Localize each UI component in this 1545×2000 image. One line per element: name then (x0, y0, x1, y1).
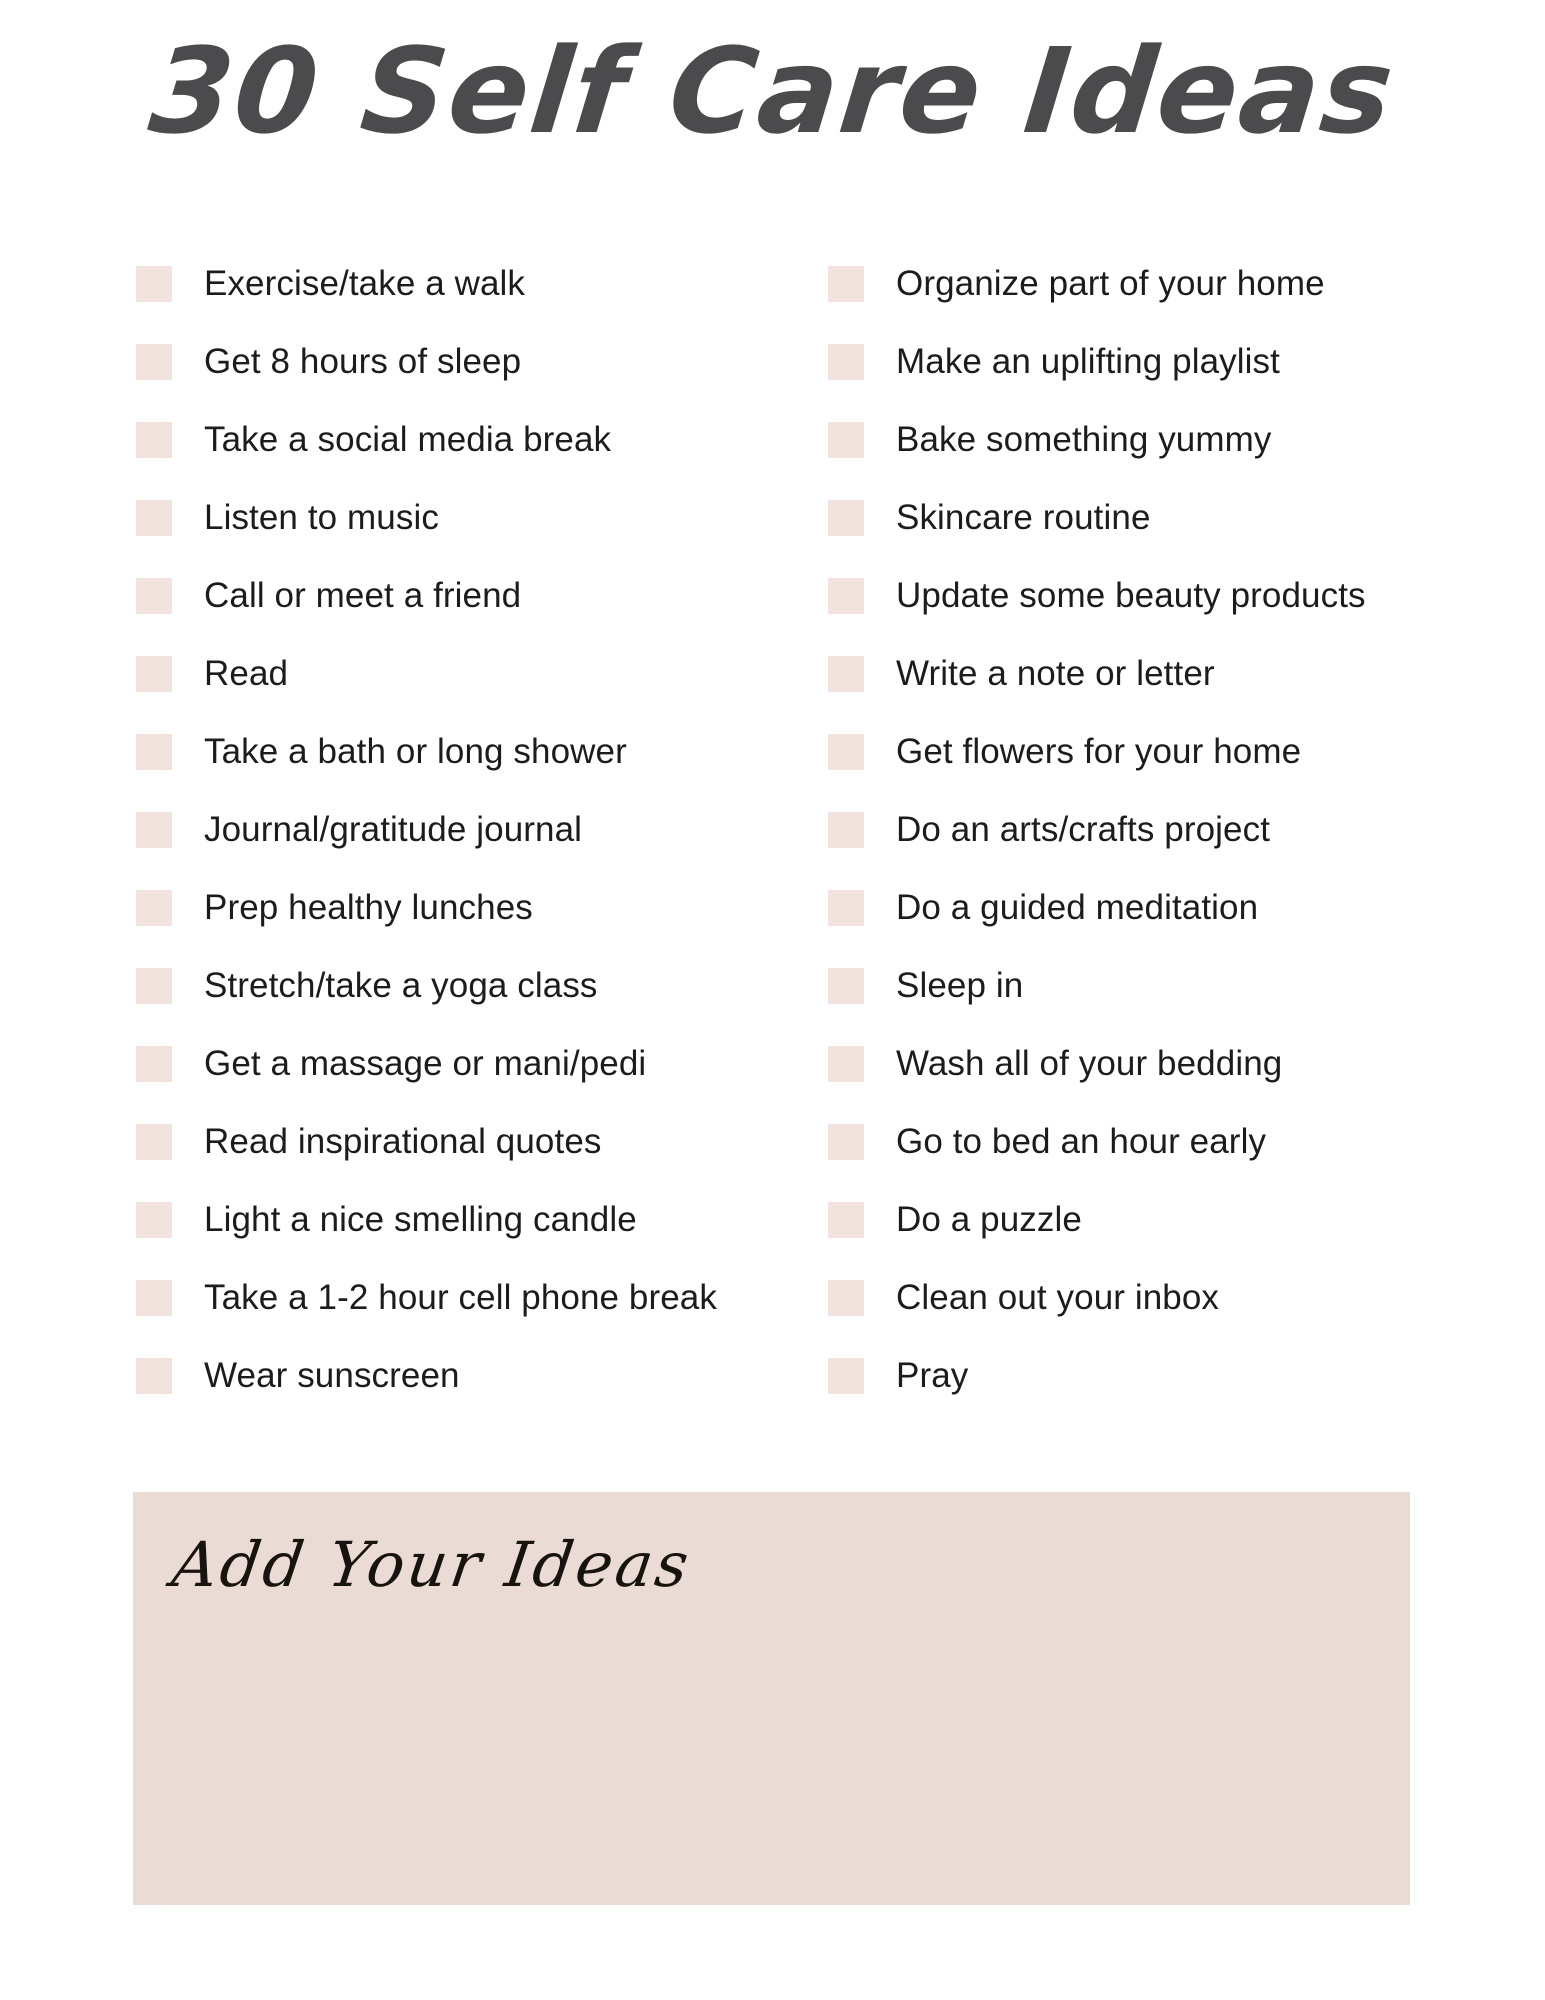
checklist-item-label: Make an uplifting playlist (896, 342, 1280, 381)
checkbox-icon[interactable] (828, 266, 864, 302)
checklist-item-label: Take a bath or long shower (204, 732, 627, 771)
checklist-item[interactable]: Write a note or letter (828, 635, 1545, 713)
checklist-item-label: Wash all of your bedding (896, 1044, 1283, 1083)
checklist-item[interactable]: Prep healthy lunches (136, 869, 700, 947)
checklist-item-label: Do an arts/crafts project (896, 810, 1271, 849)
checklist-item-label: Light a nice smelling candle (204, 1200, 637, 1239)
printable-checklist-page: 30 Self Care Ideas Exercise/take a walk G… (0, 0, 1545, 2000)
checklist-item-label: Read (204, 654, 289, 693)
add-your-ideas-writing-area[interactable] (133, 1642, 1410, 1905)
checklist-item-label: Listen to music (204, 498, 439, 537)
checklist-item[interactable]: Go to bed an hour early (828, 1103, 1545, 1181)
checklist-item[interactable]: Journal/gratitude journal (136, 791, 700, 869)
checklist-column-right: Organize part of your home Make an uplift… (700, 245, 1545, 1415)
checkbox-icon[interactable] (136, 968, 172, 1004)
checklist-item[interactable]: Get a massage or mani/pedi (136, 1025, 700, 1103)
checkbox-icon[interactable] (828, 812, 864, 848)
add-your-ideas-box: Add Your Ideas (133, 1492, 1410, 1905)
checklist-item-label: Pray (896, 1356, 969, 1395)
checklist-item[interactable]: Stretch/take a yoga class (136, 947, 700, 1025)
checklist-item-label: Take a 1-2 hour cell phone break (204, 1278, 717, 1317)
checklist-item-label: Take a social media break (204, 420, 612, 459)
checklist-column-left: Exercise/take a walk Get 8 hours of sleep… (0, 245, 717, 1415)
checkbox-icon[interactable] (828, 500, 864, 536)
checkbox-icon[interactable] (828, 656, 864, 692)
checkbox-icon[interactable] (136, 1202, 172, 1238)
checklist-item[interactable]: Take a bath or long shower (136, 713, 700, 791)
checkbox-icon[interactable] (136, 1046, 172, 1082)
checkbox-icon[interactable] (828, 1202, 864, 1238)
checklist-item-label: Clean out your inbox (896, 1278, 1220, 1317)
checklist-item[interactable]: Call or meet a friend (136, 557, 700, 635)
checkbox-icon[interactable] (828, 968, 864, 1004)
checklist-item-label: Wear sunscreen (204, 1356, 460, 1395)
page-title: 30 Self Care Ideas (143, 22, 1402, 160)
checklist-item[interactable]: Read inspirational quotes (136, 1103, 700, 1181)
checkbox-icon[interactable] (828, 578, 864, 614)
checklist-item[interactable]: Get 8 hours of sleep (136, 323, 700, 401)
checklist-item-label: Bake something yummy (896, 420, 1272, 459)
checklist-item-label: Get flowers for your home (896, 732, 1302, 771)
checklist-item-label: Stretch/take a yoga class (204, 966, 598, 1005)
checklist-item[interactable]: Wear sunscreen (136, 1337, 700, 1415)
checklist-item-label: Organize part of your home (896, 264, 1325, 303)
checkbox-icon[interactable] (136, 890, 172, 926)
checklist-item[interactable]: Take a social media break (136, 401, 700, 479)
checkbox-icon[interactable] (136, 812, 172, 848)
checklist-item-label: Do a puzzle (896, 1200, 1082, 1239)
checklist-item[interactable]: Listen to music (136, 479, 700, 557)
checkbox-icon[interactable] (136, 500, 172, 536)
checkbox-icon[interactable] (136, 656, 172, 692)
checkbox-icon[interactable] (828, 734, 864, 770)
checklist-item[interactable]: Organize part of your home (828, 245, 1545, 323)
checkbox-icon[interactable] (136, 422, 172, 458)
checklist-item[interactable]: Skincare routine (828, 479, 1545, 557)
checklist-item[interactable]: Exercise/take a walk (136, 245, 700, 323)
checklist-item-label: Go to bed an hour early (896, 1122, 1267, 1161)
checklist-item-label: Do a guided meditation (896, 888, 1259, 927)
checklist-item-label: Sleep in (896, 966, 1024, 1005)
checklist-columns: Exercise/take a walk Get 8 hours of sleep… (0, 245, 1545, 1415)
checklist-item-label: Skincare routine (896, 498, 1151, 537)
checklist-item-label: Get 8 hours of sleep (204, 342, 522, 381)
checklist-item[interactable]: Do an arts/crafts project (828, 791, 1545, 869)
checkbox-icon[interactable] (828, 422, 864, 458)
checkbox-icon[interactable] (828, 344, 864, 380)
checkbox-icon[interactable] (136, 266, 172, 302)
checklist-item[interactable]: Sleep in (828, 947, 1545, 1025)
checklist-item[interactable]: Clean out your inbox (828, 1259, 1545, 1337)
checklist-item[interactable]: Wash all of your bedding (828, 1025, 1545, 1103)
checklist-item[interactable]: Do a puzzle (828, 1181, 1545, 1259)
checklist-item-label: Get a massage or mani/pedi (204, 1044, 647, 1083)
checkbox-icon[interactable] (136, 1358, 172, 1394)
checklist-item-label: Prep healthy lunches (204, 888, 533, 927)
checklist-item-label: Exercise/take a walk (204, 264, 526, 303)
checklist-item[interactable]: Get flowers for your home (828, 713, 1545, 791)
checklist-item[interactable]: Make an uplifting playlist (828, 323, 1545, 401)
checklist-item[interactable]: Take a 1-2 hour cell phone break (136, 1259, 717, 1337)
checklist-item-label: Read inspirational quotes (204, 1122, 602, 1161)
checkbox-icon[interactable] (828, 1046, 864, 1082)
checklist-item[interactable]: Read (136, 635, 700, 713)
checkbox-icon[interactable] (136, 1280, 172, 1316)
page-title-container: 30 Self Care Ideas (0, 6, 1545, 176)
checkbox-icon[interactable] (828, 1358, 864, 1394)
checkbox-icon[interactable] (136, 1124, 172, 1160)
checklist-item-label: Update some beauty products (896, 576, 1366, 615)
checklist-item-label: Journal/gratitude journal (204, 810, 583, 849)
checkbox-icon[interactable] (828, 1280, 864, 1316)
checklist-item[interactable]: Pray (828, 1337, 1545, 1415)
checklist-item-label: Call or meet a friend (204, 576, 522, 615)
add-your-ideas-heading: Add Your Ideas (167, 1528, 696, 1601)
checkbox-icon[interactable] (828, 890, 864, 926)
checkbox-icon[interactable] (828, 1124, 864, 1160)
checkbox-icon[interactable] (136, 578, 172, 614)
checklist-item[interactable]: Do a guided meditation (828, 869, 1545, 947)
checklist-item[interactable]: Light a nice smelling candle (136, 1181, 700, 1259)
checklist-item-label: Write a note or letter (896, 654, 1215, 693)
checklist-item[interactable]: Update some beauty products (828, 557, 1545, 635)
checklist-item[interactable]: Bake something yummy (828, 401, 1545, 479)
checkbox-icon[interactable] (136, 734, 172, 770)
checkbox-icon[interactable] (136, 344, 172, 380)
